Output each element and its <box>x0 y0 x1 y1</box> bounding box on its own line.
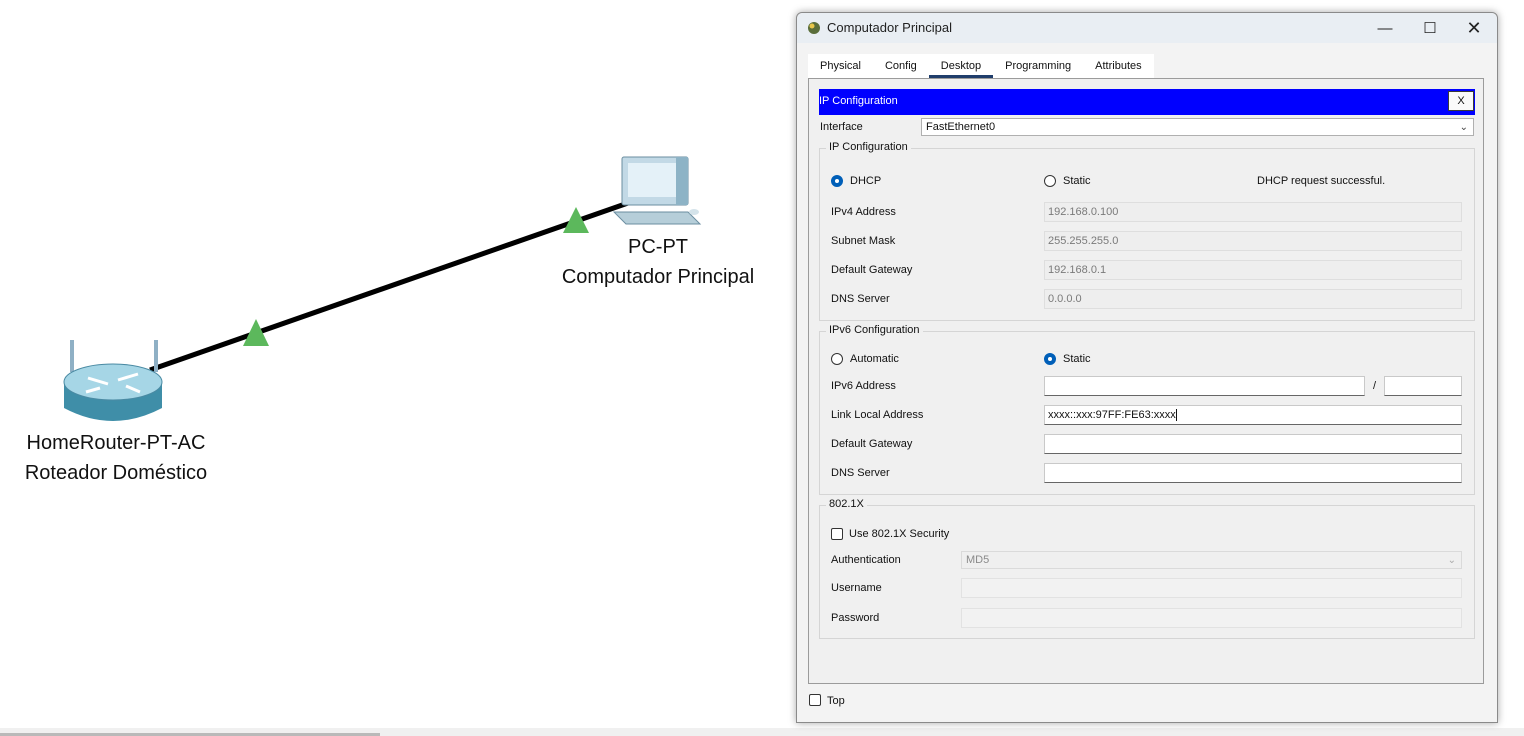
close-app-button[interactable]: X <box>1448 91 1474 111</box>
ipv6-automatic-radio[interactable] <box>831 353 843 365</box>
router-name: Roteador Doméstico <box>24 462 208 484</box>
desktop-panel: IP Configuration X Interface FastEtherne… <box>808 78 1484 684</box>
dot1x-group-title: 802.1X <box>826 498 867 510</box>
prefix-separator: / <box>1373 380 1377 392</box>
subnet-mask-label: Subnet Mask <box>831 235 896 247</box>
ipv4-address-label: IPv4 Address <box>831 206 896 218</box>
tab-programming[interactable]: Programming <box>993 54 1084 78</box>
tab-bar: Physical Config Desktop Programming Attr… <box>808 54 1154 78</box>
static-ipv4-radio[interactable] <box>1044 175 1056 187</box>
ipv4-group-title: IP Configuration <box>826 141 911 153</box>
password-label: Password <box>831 612 880 624</box>
ipv4-dns-field[interactable]: 0.0.0.0 <box>1044 289 1462 309</box>
authentication-value: MD5 <box>966 554 990 566</box>
window-titlebar[interactable]: Computador Principal — ☐ ✕ <box>797 13 1497 43</box>
tab-config[interactable]: Config <box>872 54 929 78</box>
minimize-button[interactable]: — <box>1362 13 1408 43</box>
chevron-down-icon: ⌄ <box>1459 122 1468 133</box>
password-field[interactable] <box>961 608 1462 628</box>
device-window: Computador Principal — ☐ ✕ Physical Conf… <box>796 12 1498 723</box>
ipv6-automatic-label: Automatic <box>850 353 899 365</box>
ipv4-address-field[interactable]: 192.168.0.100 <box>1044 202 1462 222</box>
tab-attributes[interactable]: Attributes <box>1083 54 1154 78</box>
ipv6-gateway-label: Default Gateway <box>831 438 913 450</box>
text-cursor <box>1175 409 1177 422</box>
interface-label: Interface <box>820 121 863 133</box>
interface-select[interactable]: FastEthernet0 ⌄ <box>921 118 1474 136</box>
ipv6-prefix-field[interactable] <box>1384 376 1462 396</box>
ipv4-group: IP Configuration DHCP Static DHCP reques… <box>819 141 1475 321</box>
ipv6-gateway-field[interactable] <box>1044 434 1462 454</box>
pc-label: PC-PT Computador Principal <box>556 232 760 292</box>
subnet-mask-field[interactable]: 255.255.255.0 <box>1044 231 1462 251</box>
ip-config-title: IP Configuration <box>819 95 898 107</box>
ipv6-group: IPv6 Configuration Automatic Static IPv6… <box>819 324 1475 495</box>
pc-name: Computador Principal <box>561 266 755 288</box>
authentication-label: Authentication <box>831 554 901 566</box>
pc-model: PC-PT <box>628 236 688 258</box>
link-local-value: xxxx::xxx:97FF:FE63:xxxx <box>1048 409 1176 421</box>
close-window-button[interactable]: ✕ <box>1451 13 1497 43</box>
use-8021x-checkbox[interactable] <box>831 528 843 540</box>
top-checkbox[interactable] <box>809 694 821 706</box>
ipv6-address-label: IPv6 Address <box>831 380 896 392</box>
ipv6-dns-label: DNS Server <box>831 467 890 479</box>
dhcp-status: DHCP request successful. <box>1257 175 1386 187</box>
link-local-field[interactable]: xxxx::xxx:97FF:FE63:xxxx <box>1044 405 1462 425</box>
link-status-router-icon <box>243 319 269 346</box>
authentication-select[interactable]: MD5 ⌄ <box>961 551 1462 569</box>
ipv6-static-radio[interactable] <box>1044 353 1056 365</box>
ipv6-address-field[interactable] <box>1044 376 1365 396</box>
ipv4-dns-label: DNS Server <box>831 293 890 305</box>
ipv4-gateway-field[interactable]: 192.168.0.1 <box>1044 260 1462 280</box>
dhcp-label: DHCP <box>850 175 882 187</box>
packet-tracer-icon <box>808 22 820 34</box>
window-title: Computador Principal <box>827 20 953 35</box>
ipv6-group-title: IPv6 Configuration <box>826 324 923 336</box>
ipv4-gateway-label: Default Gateway <box>831 264 913 276</box>
dhcp-radio[interactable] <box>831 175 843 187</box>
username-field[interactable] <box>961 578 1462 598</box>
dot1x-group: 802.1X Use 802.1X Security Authenticatio… <box>819 498 1475 639</box>
ipv6-static-label: Static <box>1063 353 1091 365</box>
top-label: Top <box>827 695 845 707</box>
ip-config-header: IP Configuration X <box>819 89 1475 115</box>
link-local-label: Link Local Address <box>831 409 924 421</box>
interface-value: FastEthernet0 <box>926 121 996 133</box>
router-label: HomeRouter-PT-AC Roteador Doméstico <box>14 428 218 488</box>
use-8021x-label: Use 802.1X Security <box>849 528 950 540</box>
chevron-down-icon: ⌄ <box>1447 555 1456 566</box>
router-model: HomeRouter-PT-AC <box>26 432 206 454</box>
static-ipv4-label: Static <box>1063 175 1091 187</box>
tab-physical[interactable]: Physical <box>808 54 873 78</box>
maximize-button[interactable]: ☐ <box>1407 13 1453 43</box>
pc-icon[interactable] <box>612 156 702 225</box>
ipv6-dns-field[interactable] <box>1044 463 1462 483</box>
router-icon[interactable] <box>63 340 163 421</box>
tab-desktop[interactable]: Desktop <box>928 54 994 78</box>
username-label: Username <box>831 582 882 594</box>
